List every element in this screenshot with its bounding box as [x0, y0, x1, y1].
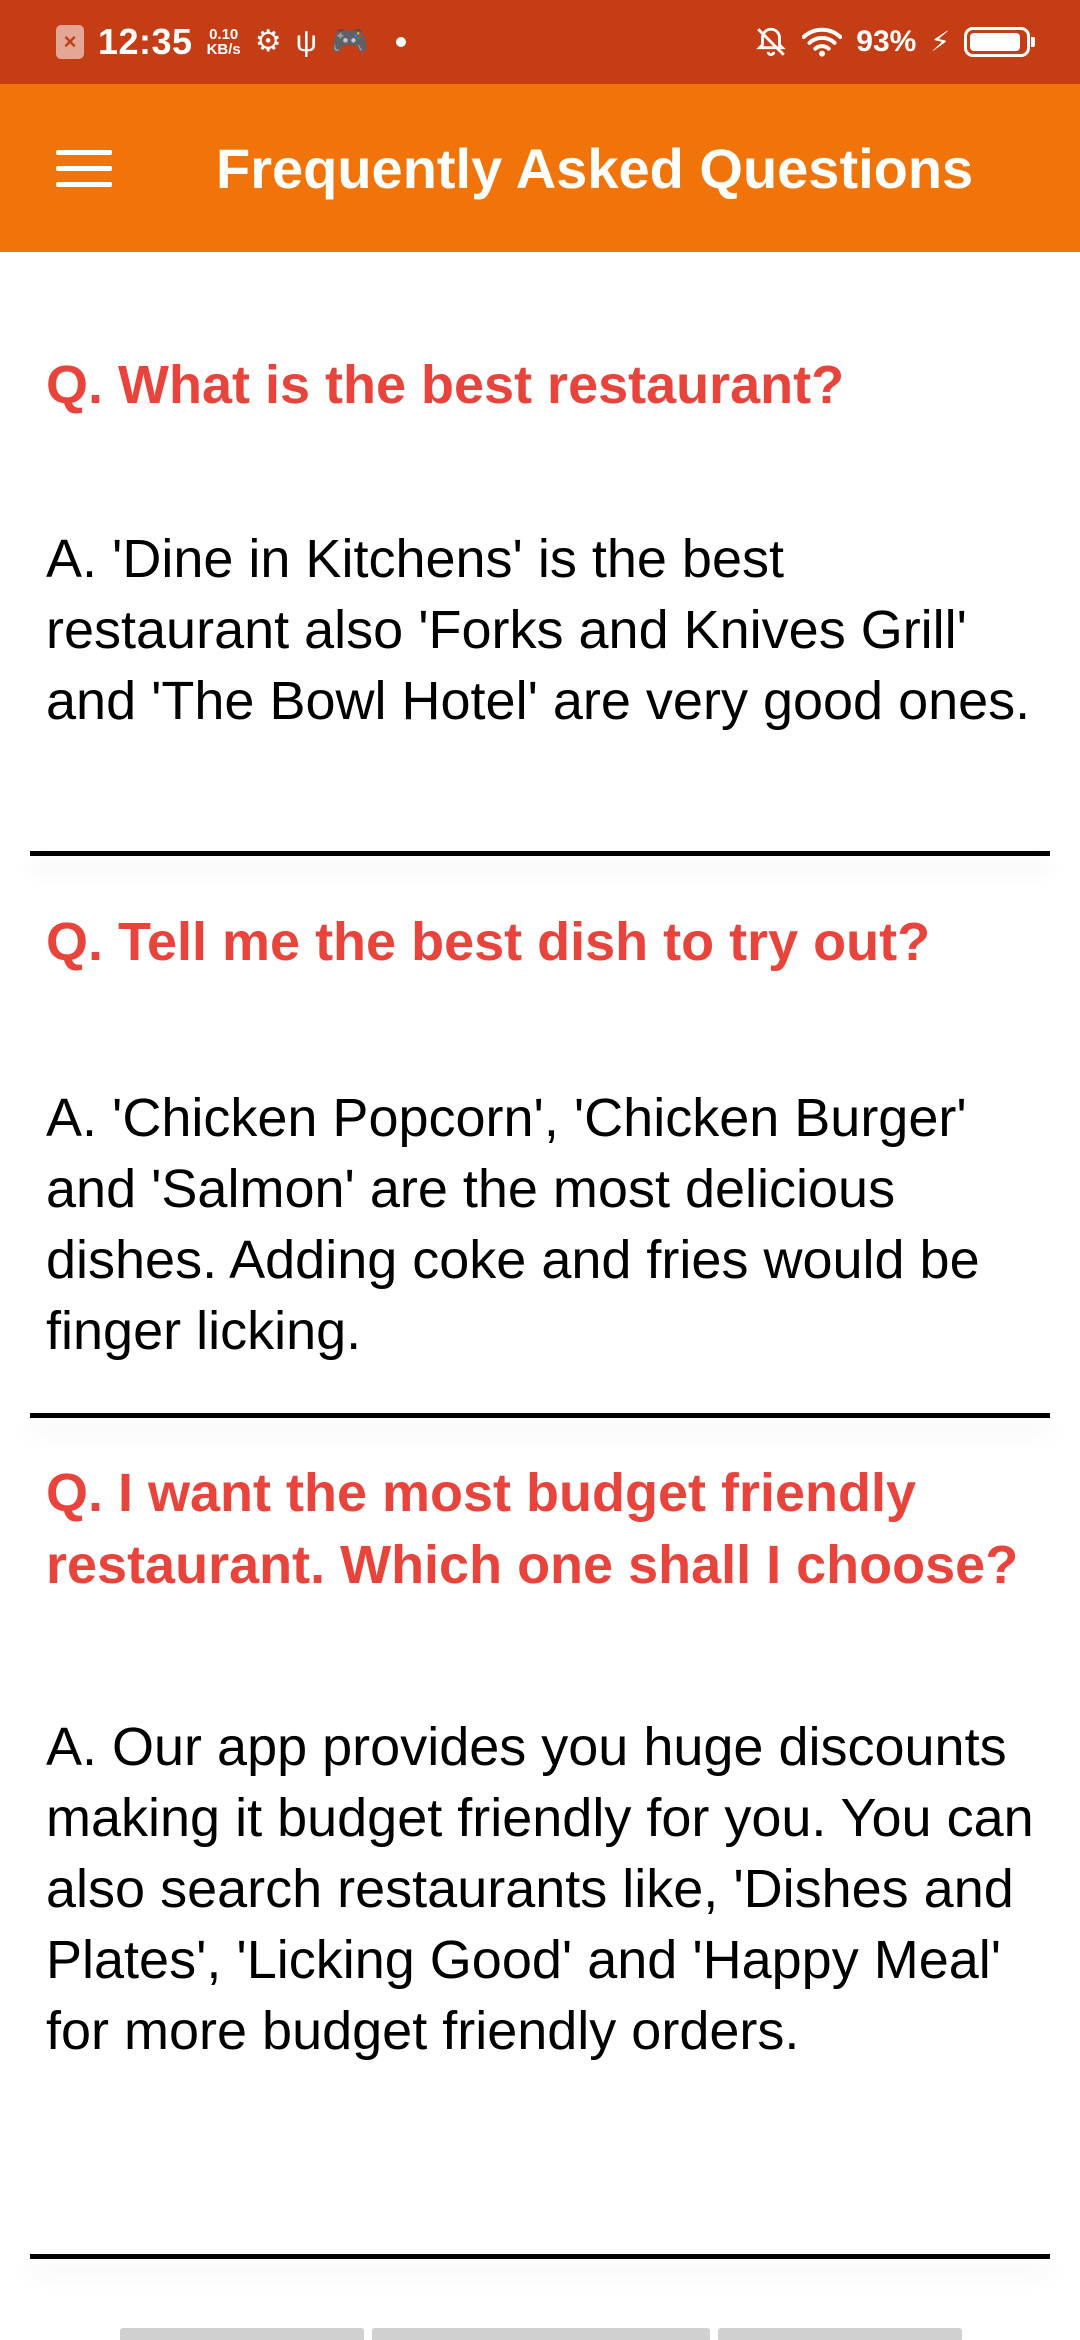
game-controller-icon: 🎮 [331, 25, 369, 58]
bottom-partial-tabs [120, 2328, 962, 2340]
faq-item: Q. What is the best restaurant? A. 'Dine… [30, 252, 1050, 856]
faq-answer: A. 'Chicken Popcorn', 'Chicken Burger' a… [46, 1088, 980, 1361]
faq-item: Q. Tell me the best dish to try out? A. … [30, 854, 1050, 1418]
network-speed-unit: KB/s [206, 41, 241, 58]
notification-dot-icon [396, 37, 407, 47]
network-speed: 0.10 KB/s [207, 27, 241, 57]
network-speed-value: 0.10 [209, 26, 239, 43]
usb-icon: ψ [295, 25, 318, 58]
menu-button[interactable] [24, 108, 144, 228]
battery-percentage: 93% [856, 25, 917, 58]
battery-icon [964, 27, 1035, 57]
wifi-icon [802, 27, 843, 57]
app-bar: Frequently Asked Questions [0, 84, 1080, 252]
faq-list[interactable]: Q. What is the best restaurant? A. 'Dine… [0, 252, 1080, 2265]
faq-answer: A. 'Dine in Kitchens' is the best restau… [46, 529, 1031, 731]
charging-bolt-icon: ⚡ [930, 26, 950, 57]
faq-item: Q. I want the most budget friendly resta… [30, 1417, 1050, 2265]
status-bar: × 12:35 0.10 KB/s ⚙ ψ 🎮 93% ⚡ [0, 0, 1080, 84]
app-notification-icon: × [56, 25, 84, 59]
battery-level-fill [970, 33, 1021, 51]
usb-settings-icon: ⚙ [254, 25, 282, 58]
faq-question: Q. I want the most budget friendly resta… [46, 1463, 1019, 1595]
faq-answer: A. Our app provides you huge discounts m… [46, 1717, 1034, 2061]
faq-question: Q. What is the best restaurant? [46, 355, 845, 415]
faq-divider [30, 2254, 1050, 2259]
page-title: Frequently Asked Questions [216, 136, 974, 200]
hamburger-menu-icon[interactable] [56, 149, 112, 187]
notifications-muted-icon [756, 27, 787, 57]
status-time: 12:35 [98, 21, 193, 62]
faq-question: Q. Tell me the best dish to try out? [46, 912, 931, 972]
